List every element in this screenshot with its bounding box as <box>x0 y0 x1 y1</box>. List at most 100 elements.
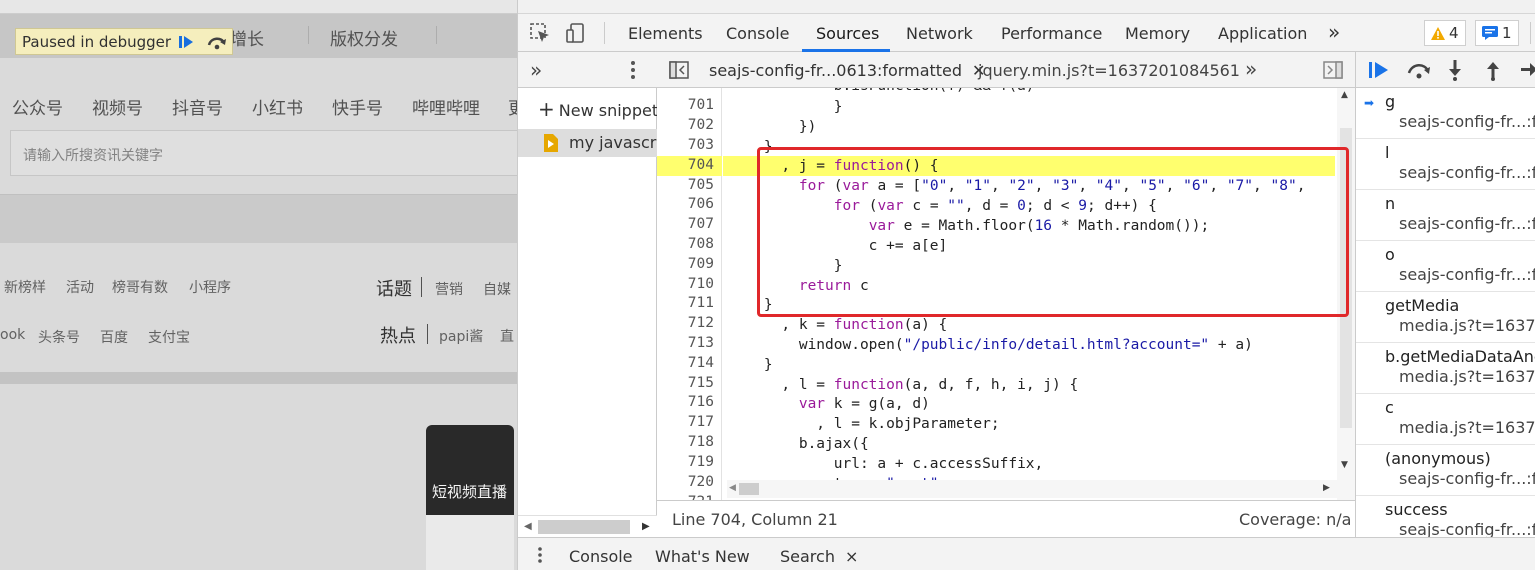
scroll-left-icon[interactable]: ◀ <box>524 521 532 532</box>
platform-tab-channels[interactable]: 视频号 <box>92 94 143 119</box>
tab-network[interactable]: Network <box>906 24 973 43</box>
drawer-menu-icon[interactable] <box>536 546 544 568</box>
line-number[interactable]: 717 <box>688 414 714 430</box>
tab-console[interactable]: Console <box>726 24 790 43</box>
platform-tab-kuaishou[interactable]: 快手号 <box>332 94 383 119</box>
scroll-right-icon[interactable]: ▶ <box>1323 483 1330 493</box>
editor-vertical-scrollbar[interactable]: ▲ ▼ <box>1337 88 1355 528</box>
warnings-badge[interactable]: 4 <box>1424 20 1466 46</box>
scroll-thumb[interactable] <box>739 483 759 495</box>
link-toutiao[interactable]: 头条号 <box>38 327 80 347</box>
scroll-up-icon[interactable]: ▲ <box>1341 90 1348 100</box>
line-number[interactable]: 719 <box>688 454 714 470</box>
call-frame[interactable]: o seajs-config-fr...:for <box>1356 241 1535 292</box>
line-number[interactable]: 707 <box>688 216 714 232</box>
line-number[interactable]: 710 <box>688 276 714 292</box>
scroll-left-icon[interactable]: ◀ <box>729 483 736 493</box>
editor-horizontal-scrollbar[interactable]: ◀ ▶ <box>727 480 1337 498</box>
tag-live[interactable]: 直 <box>500 326 514 346</box>
link-activity[interactable]: 活动 <box>66 277 94 297</box>
tab-application[interactable]: Application <box>1218 24 1307 43</box>
tab-sources[interactable]: Sources <box>816 24 879 43</box>
coverage-status[interactable]: Coverage: n/a <box>1239 510 1351 529</box>
topic-label[interactable]: 话题 <box>376 275 412 301</box>
link-alipay[interactable]: 支付宝 <box>148 327 190 347</box>
navigator-menu-icon[interactable] <box>628 59 638 85</box>
scroll-thumb[interactable] <box>538 520 630 534</box>
tag-papi[interactable]: papi酱 <box>439 326 483 346</box>
navigator-more-button[interactable]: » <box>530 58 542 82</box>
new-snippet-button[interactable]: + New snippet <box>538 97 658 121</box>
scroll-down-icon[interactable]: ▼ <box>1341 460 1348 470</box>
call-frame[interactable]: getMedia media.js?t=163720 <box>1356 292 1535 343</box>
call-frame[interactable]: c media.js?t=163720 <box>1356 394 1535 445</box>
link-bangge-data[interactable]: 榜哥有数 <box>112 277 168 297</box>
platform-tab-wechat[interactable]: 公众号 <box>12 94 63 119</box>
resume-execution-button[interactable] <box>171 29 201 54</box>
line-number[interactable]: 700 <box>688 88 714 92</box>
line-number[interactable]: 701 <box>688 97 714 113</box>
link-newbangyang[interactable]: 新榜样 <box>4 277 46 297</box>
call-frame[interactable]: n seajs-config-fr...:for <box>1356 190 1535 241</box>
scroll-right-icon[interactable]: ▶ <box>642 521 650 532</box>
header-item-growth[interactable]: 增长 <box>230 25 264 50</box>
line-number[interactable]: 703 <box>688 137 714 153</box>
line-number[interactable]: 711 <box>688 295 714 311</box>
drawer-tab-whats-new[interactable]: What's New <box>655 547 750 566</box>
toggle-debugger-sidebar-icon[interactable] <box>1323 61 1343 83</box>
file-tab-jquery[interactable]: jquery.min.js?t=1637201084561 <box>978 61 1240 80</box>
platform-tab-xiaohongshu[interactable]: 小红书 <box>252 94 303 119</box>
search-input[interactable]: 请输入所搜资讯关键字 <box>10 130 517 176</box>
drawer-tab-search[interactable]: Search × <box>780 547 858 566</box>
line-number[interactable]: 705 <box>688 177 714 193</box>
tag-self-media[interactable]: 自媒 <box>483 279 511 299</box>
scroll-thumb[interactable] <box>1340 128 1352 428</box>
call-frame[interactable]: success seajs-config-fr...:for <box>1356 496 1535 537</box>
step-into-button[interactable] <box>1446 59 1464 85</box>
navigator-horizontal-scrollbar[interactable]: ◀ ▶ <box>518 515 657 537</box>
snippet-item[interactable]: my javascript <box>518 129 657 157</box>
line-number[interactable]: 709 <box>688 256 714 272</box>
link-facebook[interactable]: ook <box>0 327 25 343</box>
device-toolbar-icon[interactable] <box>564 22 588 44</box>
call-frame[interactable]: b.getMediaDataAndF media.js?t=163720 <box>1356 343 1535 394</box>
video-live-card[interactable]: 短视频直播 <box>426 425 514 570</box>
more-files-button[interactable]: » <box>1245 57 1257 81</box>
file-tab-seajs-config[interactable]: seajs-config-fr...0613:formatted ✕ <box>709 61 985 80</box>
header-item-copyright[interactable]: 版权分发 <box>330 25 398 50</box>
toggle-navigator-icon[interactable] <box>669 61 689 83</box>
drawer-tab-console[interactable]: Console <box>569 547 633 566</box>
tab-memory[interactable]: Memory <box>1125 24 1190 43</box>
line-number[interactable]: 708 <box>688 236 714 252</box>
line-number-gutter[interactable]: 700 701 702 703 704 705 706 707 708 709 … <box>657 88 722 528</box>
line-number[interactable]: 715 <box>688 375 714 391</box>
tab-performance[interactable]: Performance <box>1001 24 1102 43</box>
step-button[interactable] <box>1520 59 1535 85</box>
inspect-element-icon[interactable] <box>528 22 552 44</box>
platform-tab-bilibili[interactable]: 哔哩哔哩 <box>412 94 480 119</box>
line-number[interactable]: 702 <box>688 117 714 133</box>
platform-tab-douyin[interactable]: 抖音号 <box>172 94 223 119</box>
link-mini-program[interactable]: 小程序 <box>189 277 231 297</box>
more-tabs-button[interactable]: » <box>1328 20 1340 44</box>
line-number[interactable]: 713 <box>688 335 714 351</box>
line-number[interactable]: 706 <box>688 196 714 212</box>
tag-marketing[interactable]: 营销 <box>435 279 463 299</box>
call-frame-current[interactable]: ➡ g seajs-config-fr...:for <box>1356 88 1535 139</box>
line-number[interactable]: 718 <box>688 434 714 450</box>
close-search-icon[interactable]: × <box>845 547 858 566</box>
line-number[interactable]: 720 <box>688 474 714 490</box>
line-number[interactable]: 712 <box>688 315 714 331</box>
code-area[interactable]: 700 701 702 703 704 705 706 707 708 709 … <box>657 88 1337 528</box>
step-over-button[interactable] <box>1406 60 1432 84</box>
line-number[interactable]: 714 <box>688 355 714 371</box>
line-number[interactable]: 716 <box>688 394 714 410</box>
platform-tab-more[interactable]: 更 <box>508 94 517 119</box>
messages-badge[interactable]: 1 <box>1475 20 1519 46</box>
step-out-button[interactable] <box>1484 59 1502 85</box>
hot-label[interactable]: 热点 <box>380 322 416 348</box>
call-frame[interactable]: (anonymous) seajs-config-fr...:for <box>1356 445 1535 496</box>
tab-elements[interactable]: Elements <box>628 24 703 43</box>
line-number[interactable]: 704 <box>688 157 714 173</box>
link-baidu[interactable]: 百度 <box>100 327 128 347</box>
